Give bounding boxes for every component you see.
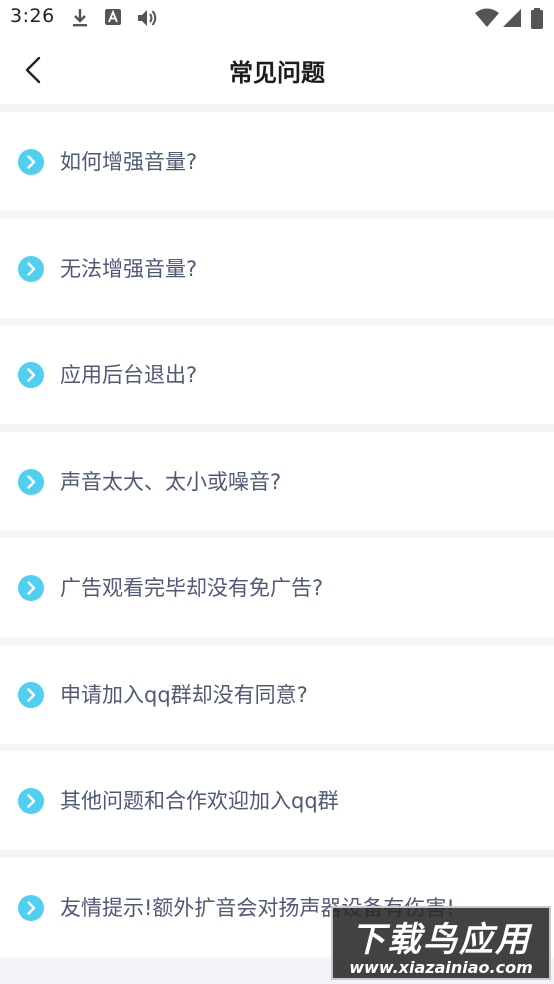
font-badge-icon: [105, 9, 121, 25]
faq-item-sound-noise[interactable]: 声音太大、太小或噪音?: [0, 432, 554, 531]
watermark-title: 下载鸟应用: [351, 920, 531, 960]
faq-item-label: 无法增强音量?: [60, 257, 198, 281]
chevron-right-circle-icon: [18, 469, 44, 495]
watermark-logo: 下载鸟应用 www.xiazainiao.com: [331, 906, 551, 980]
faq-item-app-background-exit[interactable]: 应用后台退出?: [0, 325, 554, 424]
page-title: 常见问题: [229, 59, 325, 87]
chevron-right-circle-icon: [18, 256, 44, 282]
faq-item-label: 应用后台退出?: [60, 363, 198, 387]
faq-item-cannot-increase-volume[interactable]: 无法增强音量?: [0, 219, 554, 318]
faq-item-label: 其他问题和合作欢迎加入qq群: [60, 789, 339, 813]
nav-bar: 常见问题: [0, 36, 554, 104]
faq-item-qq-group-request[interactable]: 申请加入qq群却没有同意?: [0, 645, 554, 744]
status-bar: 3:26: [0, 0, 554, 36]
faq-item-label: 声音太大、太小或噪音?: [60, 470, 282, 494]
chevron-right-circle-icon: [18, 362, 44, 388]
faq-item-increase-volume[interactable]: 如何增强音量?: [0, 112, 554, 211]
chevron-right-circle-icon: [18, 895, 44, 921]
chevron-right-circle-icon: [18, 788, 44, 814]
faq-item-label: 广告观看完毕却没有免广告?: [60, 576, 324, 600]
battery-icon: [531, 8, 543, 29]
faq-item-label: 申请加入qq群却没有同意?: [60, 683, 308, 707]
faq-item-other-questions[interactable]: 其他问题和合作欢迎加入qq群: [0, 751, 554, 850]
signal-icon: [503, 9, 521, 27]
chevron-right-circle-icon: [18, 682, 44, 708]
volume-icon: [138, 10, 157, 26]
faq-item-ad-free[interactable]: 广告观看完毕却没有免广告?: [0, 538, 554, 637]
status-time: 3:26: [10, 5, 55, 27]
watermark-url: www.xiazainiao.com: [349, 958, 533, 977]
chevron-right-circle-icon: [18, 149, 44, 175]
download-icon: [73, 9, 87, 27]
chevron-right-circle-icon: [18, 575, 44, 601]
wifi-icon: [475, 8, 499, 27]
faq-item-label: 如何增强音量?: [60, 150, 198, 174]
